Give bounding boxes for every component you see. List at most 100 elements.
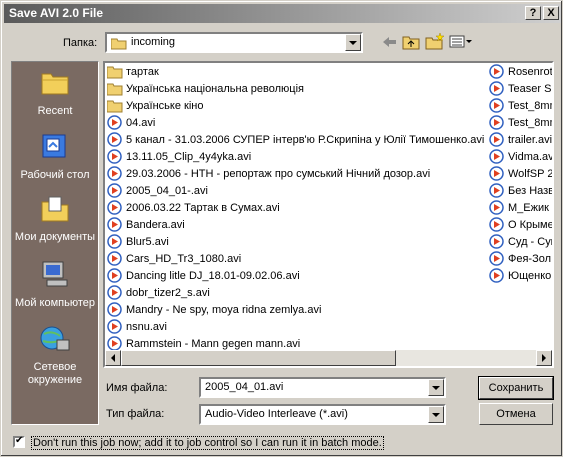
folder-icon <box>107 66 123 79</box>
avi-file-icon <box>489 64 504 79</box>
file-item[interactable]: 2006.03.22 Тартак в Сумах.avi <box>107 199 280 217</box>
file-name: Фея-Зол <box>508 253 552 265</box>
file-item[interactable]: Українське кіно <box>107 98 203 115</box>
avi-file-icon <box>489 268 504 283</box>
horizontal-scrollbar[interactable] <box>105 350 552 366</box>
folder-icon <box>111 38 127 50</box>
file-list[interactable]: тартак Українська національна революція Ук… <box>103 61 554 368</box>
file-name: О Крыме <box>508 219 552 231</box>
recent-folder-icon <box>41 73 69 95</box>
avi-file-icon <box>107 301 122 317</box>
file-item[interactable]: dobr_tizer2_s.avi <box>107 284 210 302</box>
avi-file-icon <box>489 183 504 198</box>
avi-file-icon <box>489 115 504 130</box>
scroll-left-icon[interactable] <box>105 350 121 366</box>
file-item[interactable]: Mandry - Ne spy, moya ridna zemlya.avi <box>107 301 321 319</box>
file-item[interactable]: Фея-Зол <box>489 251 552 268</box>
title-bar[interactable]: Save AVI 2.0 File ? X <box>4 4 561 23</box>
place-my-documents[interactable]: Мои документы <box>12 194 98 244</box>
file-name: Test_8mm <box>508 117 552 129</box>
view-menu-icon[interactable] <box>449 35 473 49</box>
place-label: Мои документы <box>14 231 96 243</box>
chevron-down-icon[interactable] <box>345 34 361 51</box>
new-folder-icon[interactable] <box>425 32 445 50</box>
cancel-button[interactable]: Отмена <box>479 403 553 425</box>
batch-checkbox[interactable] <box>13 435 25 448</box>
scroll-right-icon[interactable] <box>536 350 552 366</box>
file-name: М_Ежик <box>508 202 549 214</box>
place-network[interactable]: Сетевое окружение <box>12 324 98 387</box>
file-item[interactable]: Vidma.avi <box>489 149 552 166</box>
file-item[interactable]: Rosenrot_ <box>489 64 552 81</box>
file-name: Суд - Сум <box>508 236 552 248</box>
file-name: Teaser Sk <box>508 83 552 95</box>
avi-file-icon <box>107 233 122 249</box>
avi-file-icon <box>489 166 504 181</box>
file-name: Bandera.avi <box>126 219 185 231</box>
file-item[interactable]: тартак <box>107 64 159 81</box>
place-label: Сетевое окружение <box>27 361 83 386</box>
chevron-down-icon[interactable] <box>428 379 444 396</box>
file-item[interactable]: Test_8mm <box>489 115 552 132</box>
file-item[interactable]: О Крыме <box>489 217 552 234</box>
place-recent[interactable]: Recent <box>12 68 98 118</box>
file-item[interactable]: Ющенко <box>489 268 552 285</box>
avi-file-icon <box>489 217 504 232</box>
file-item[interactable]: М_Ежик <box>489 200 552 217</box>
back-arrow-icon[interactable] <box>382 35 398 49</box>
chevron-down-icon[interactable] <box>428 406 444 423</box>
place-desktop[interactable]: Рабочий стол <box>12 132 98 182</box>
scrollbar-thumb[interactable] <box>121 350 396 366</box>
filetype-label: Тип файла: <box>106 408 165 420</box>
up-folder-icon[interactable] <box>402 34 420 50</box>
place-label: Recent <box>37 105 73 117</box>
file-item[interactable]: 2005_04_01-.avi <box>107 182 208 200</box>
save-button[interactable]: Сохранить <box>478 376 554 400</box>
filename-input[interactable]: 2005_04_01.avi <box>199 377 446 398</box>
place-my-computer[interactable]: Мой компьютер <box>12 260 98 310</box>
file-name: 13.11.05_Clip_4y4yka.avi <box>126 151 252 163</box>
filename-label: Имя файла: <box>106 382 168 394</box>
file-name: Українська національна революція <box>126 83 304 95</box>
close-button[interactable]: X <box>543 6 559 20</box>
my-documents-icon <box>41 196 69 222</box>
file-name: Dancing litle DJ_18.01-09.02.06.avi <box>126 270 300 282</box>
help-button[interactable]: ? <box>525 6 541 20</box>
file-item[interactable]: Без Назв <box>489 183 552 200</box>
file-item[interactable]: Teaser Sk <box>489 81 552 98</box>
file-name: 29.03.2006 - НТН - репортаж про сумський… <box>126 168 431 180</box>
file-name: Cars_HD_Tr3_1080.avi <box>126 253 242 265</box>
filename-value: 2005_04_01.avi <box>205 381 284 393</box>
file-name: 2006.03.22 Тартак в Сумах.avi <box>126 202 280 214</box>
file-name: Українське кіно <box>126 100 204 112</box>
file-item[interactable]: 29.03.2006 - НТН - репортаж про сумський… <box>107 165 431 183</box>
file-item[interactable]: Test_8mm <box>489 98 552 115</box>
location-combo[interactable]: incoming <box>105 32 363 53</box>
file-name: 04.avi <box>126 117 156 129</box>
file-item[interactable]: 5 канал - 31.03.2006 СУПЕР інтерв'ю Р.Ск… <box>107 131 484 149</box>
avi-file-icon <box>107 114 122 130</box>
batch-label[interactable]: Don't run this job now; add it to job co… <box>31 436 384 450</box>
folder-icon <box>107 83 123 96</box>
file-name: тартак <box>126 66 159 78</box>
avi-file-icon <box>107 148 122 164</box>
avi-file-icon <box>107 182 122 198</box>
file-item[interactable]: nsnu.avi <box>107 318 167 336</box>
file-item[interactable]: Dancing litle DJ_18.01-09.02.06.avi <box>107 267 300 285</box>
file-item[interactable]: Суд - Сум <box>489 234 552 251</box>
file-item[interactable]: Blur5.avi <box>107 233 169 251</box>
file-item[interactable]: Bandera.avi <box>107 216 185 234</box>
file-item[interactable]: Українська національна революція <box>107 81 304 98</box>
file-name: Vidma.avi <box>508 151 552 163</box>
file-name: trailer.avi <box>508 134 552 146</box>
file-item[interactable]: 04.avi <box>107 114 156 132</box>
file-item[interactable]: WolfSP 2 <box>489 166 552 183</box>
place-label: Рабочий стол <box>20 169 90 181</box>
filetype-select[interactable]: Audio-Video Interleave (*.avi) <box>199 404 446 425</box>
file-item[interactable]: Cars_HD_Tr3_1080.avi <box>107 250 242 268</box>
network-icon <box>40 326 70 351</box>
file-name: Rammstein - Mann gegen mann.avi <box>126 338 301 350</box>
file-item[interactable]: trailer.avi <box>489 132 552 149</box>
filetype-value: Audio-Video Interleave (*.avi) <box>205 408 348 420</box>
file-item[interactable]: 13.11.05_Clip_4y4yka.avi <box>107 148 252 166</box>
